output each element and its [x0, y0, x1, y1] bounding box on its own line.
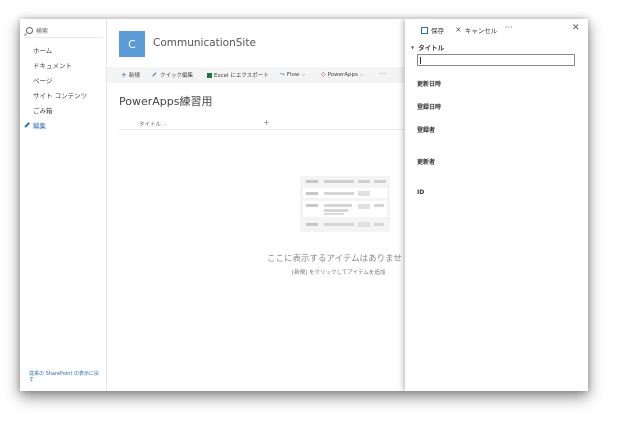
search-icon: [26, 26, 33, 34]
chevron-down-icon: ⌵: [162, 122, 167, 128]
site-logo[interactable]: C: [119, 31, 145, 57]
field-created-by: 登録者: [417, 127, 436, 134]
search-label: 検索: [36, 27, 49, 35]
search-box[interactable]: 検索: [26, 24, 48, 36]
quick-edit-label: クイック編集: [160, 73, 194, 79]
powerapps-icon: ◇: [321, 71, 326, 78]
chevron-down-icon: ⌵: [359, 71, 364, 78]
empty-list-subtitle: [新規] をクリックしてアイテムを追加: [292, 270, 386, 276]
nav-edit-label: 編集: [33, 122, 46, 130]
pencil-icon: [24, 122, 30, 128]
empty-list-illustration: [300, 176, 390, 232]
field-modified-by: 更新者: [417, 159, 436, 166]
title-section-header[interactable]: ▼ タイトル: [411, 42, 444, 52]
header-divider: [119, 129, 404, 130]
save-label: 保存: [431, 27, 444, 35]
caret-down-icon: ▼: [411, 44, 415, 50]
save-button[interactable]: 保存: [421, 25, 444, 35]
text-cursor: [420, 57, 421, 64]
more-commands-button[interactable]: ···: [380, 71, 385, 77]
save-icon: [421, 26, 428, 34]
nav-item-site-contents[interactable]: サイト コンテンツ: [33, 90, 87, 100]
left-navigation: 検索 ホーム ドキュメント ページ サイト コンテンツ ごみ箱 編集 従来の S…: [20, 19, 107, 391]
nav-edit-link[interactable]: 編集: [24, 120, 46, 130]
search-underline: [24, 37, 102, 38]
cancel-button[interactable]: × キャンセル: [455, 25, 498, 36]
chevron-down-icon: ⌵: [301, 72, 306, 78]
quick-edit-button[interactable]: クイック編集: [152, 71, 193, 79]
command-bar: + 新規 クイック編集 Excel にエクスポート ⤳ Flow ⌵ ◇ Pow…: [107, 67, 404, 83]
field-id: ID: [417, 189, 425, 196]
field-modified: 更新日時: [417, 81, 442, 88]
flow-button[interactable]: ⤳ Flow ⌵: [280, 71, 305, 79]
main-content: C CommunicationSite + 新規 クイック編集 Excel にエ…: [107, 19, 404, 391]
plus-icon: +: [121, 71, 127, 79]
field-created: 登録日時: [417, 104, 442, 111]
panel-more-button[interactable]: ···: [505, 23, 513, 32]
title-input[interactable]: [417, 54, 575, 66]
app-window: 検索 ホーム ドキュメント ページ サイト コンテンツ ごみ箱 編集 従来の S…: [20, 19, 588, 391]
export-label: Excel にエクスポート: [214, 73, 269, 79]
new-label: 新規: [128, 73, 140, 79]
close-icon: ×: [455, 25, 462, 34]
edit-item-panel: 保存 × キャンセル ··· ✕ ▼ タイトル 更新日時 登録日時 登録者 更新…: [405, 19, 588, 391]
list-title: PowerApps練習用: [119, 95, 213, 108]
nav-item-recycle-bin[interactable]: ごみ箱: [33, 105, 53, 115]
export-excel-button[interactable]: Excel にエクスポート: [207, 71, 269, 79]
empty-list-title: ここに表示するアイテムはありませ: [267, 254, 402, 264]
cancel-label: キャンセル: [464, 27, 498, 35]
panel-toolbar: 保存 × キャンセル ··· ✕: [405, 19, 588, 39]
excel-icon: [207, 72, 212, 78]
new-button[interactable]: + 新規: [121, 71, 140, 80]
pencil-icon: [152, 72, 157, 78]
site-logo-letter: C: [128, 37, 136, 51]
powerapps-label: PowerApps: [327, 71, 358, 78]
column-header-label: タイトル: [139, 122, 162, 128]
nav-item-home[interactable]: ホーム: [33, 45, 52, 55]
column-header-title[interactable]: タイトル ⌵: [139, 120, 167, 128]
title-section-label: タイトル: [418, 44, 445, 52]
nav-item-documents[interactable]: ドキュメント: [33, 60, 72, 70]
site-title[interactable]: CommunicationSite: [153, 37, 256, 49]
classic-view-link[interactable]: 従来の SharePoint の表示に戻す: [29, 371, 101, 383]
flow-label: Flow: [286, 72, 300, 78]
panel-close-button[interactable]: ✕: [572, 23, 580, 33]
flow-icon: ⤳: [280, 71, 285, 78]
add-column-button[interactable]: +: [263, 118, 270, 127]
nav-item-pages[interactable]: ページ: [33, 75, 52, 85]
powerapps-button[interactable]: ◇ PowerApps ⌵: [321, 71, 364, 78]
